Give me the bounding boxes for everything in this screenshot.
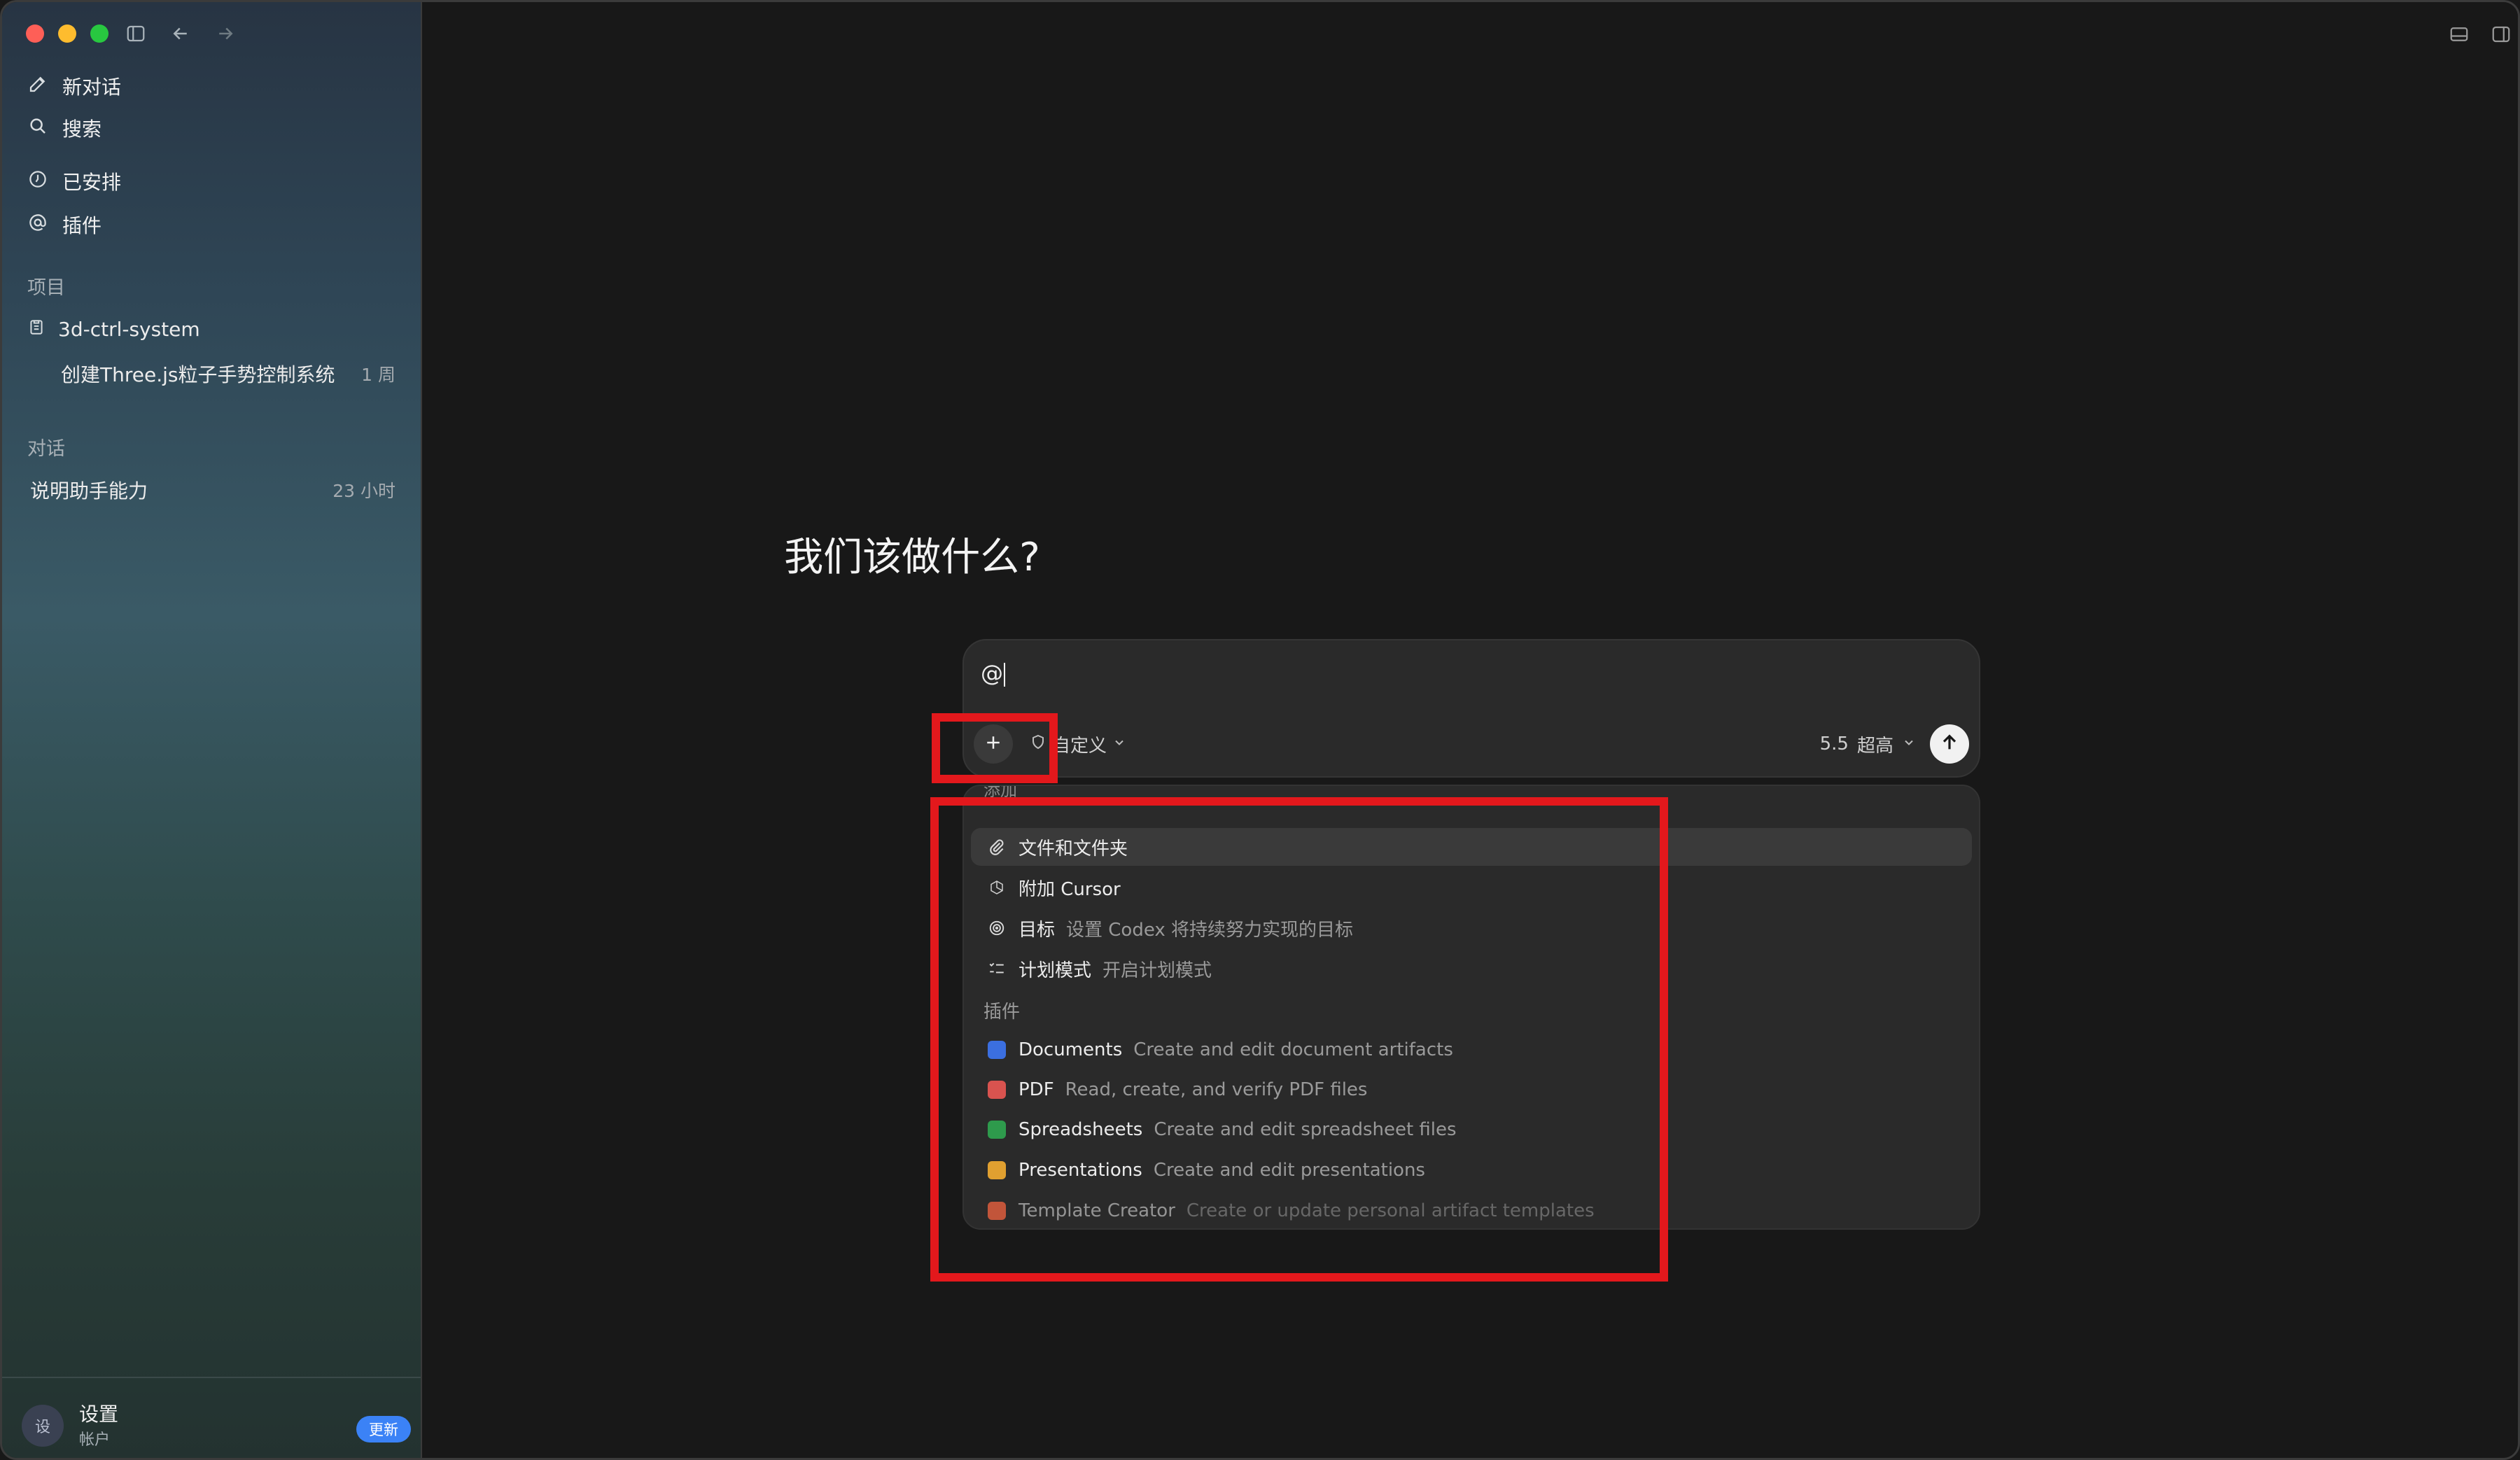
prompt-input-value: @ (981, 660, 1003, 687)
sidebar-item-search[interactable]: 搜索 (27, 108, 102, 148)
chevron-down-icon (1112, 733, 1126, 754)
at-icon (27, 212, 48, 238)
clock-icon (27, 169, 48, 195)
update-badge[interactable]: 更新 (356, 1416, 411, 1443)
thread-title: 创建Three.js粒子手势控制系统 (61, 363, 335, 386)
sidebar-item-label: 已安排 (62, 171, 122, 194)
project-thread-item[interactable]: 创建Three.js粒子手势控制系统 1 周 (27, 355, 396, 393)
send-button[interactable] (1930, 724, 1969, 764)
avatar: 设 (22, 1405, 64, 1447)
search-icon (27, 115, 48, 141)
highlight-box-menu (930, 797, 1668, 1282)
sidebar-item-new-chat[interactable]: 新对话 (27, 66, 121, 106)
conversation-title: 说明助手能力 (30, 479, 148, 503)
arrow-up-icon (1938, 731, 1961, 757)
sidebar-item-label: 插件 (62, 214, 102, 237)
forward-arrow-icon[interactable] (209, 17, 241, 50)
maximize-window-button[interactable] (90, 24, 108, 43)
conversations-section-label: 对话 (27, 438, 65, 460)
clipboard-icon (27, 318, 46, 341)
back-arrow-icon[interactable] (164, 17, 197, 50)
model-dropdown[interactable]: 5.5 超高 (1820, 730, 1916, 758)
highlight-box-add-button (932, 713, 1058, 783)
sidebar-toggle-icon[interactable] (120, 17, 152, 50)
model-version: 5.5 (1819, 733, 1849, 754)
sidebar-item-label: 搜索 (62, 118, 102, 141)
project-item[interactable]: 3d-ctrl-system (27, 310, 396, 348)
model-effort: 超高 (1856, 735, 1893, 757)
account-label: 帐户 (79, 1431, 111, 1449)
page-title: 我们该做什么? (784, 535, 1040, 580)
prompt-input[interactable]: @ (981, 660, 1005, 687)
minimize-window-button[interactable] (58, 24, 76, 43)
sidebar-footer[interactable]: 设 设置 帐户 更新 (2, 1377, 421, 1458)
conversation-item[interactable]: 说明助手能力 23 小时 (30, 471, 396, 509)
terminal-panel-icon[interactable] (2445, 20, 2473, 48)
permission-label: 自定义 (1052, 735, 1107, 757)
thread-time: 1 周 (361, 365, 396, 385)
project-name: 3d-ctrl-system (58, 317, 200, 341)
sidebar-item-plugins[interactable]: 插件 (27, 205, 102, 244)
edit-icon (27, 73, 48, 99)
conversation-time: 23 小时 (332, 481, 396, 501)
right-panel-toggle-icon[interactable] (2487, 20, 2515, 48)
sidebar: 新对话 搜索 已安排 插件 项目 3d-ctrl-system 创建Three.… (2, 2, 422, 1458)
text-caret (1004, 663, 1005, 687)
chevron-down-icon (1902, 733, 1916, 754)
composer[interactable]: @ 自定义 5.5 超高 (962, 639, 1980, 778)
sidebar-item-label: 新对话 (62, 76, 122, 99)
close-window-button[interactable] (26, 24, 44, 43)
projects-section-label: 项目 (27, 277, 65, 299)
sidebar-item-scheduled[interactable]: 已安排 (27, 162, 121, 201)
settings-label: 设置 (79, 1403, 119, 1426)
app-window: 新对话 搜索 已安排 插件 项目 3d-ctrl-system 创建Three.… (0, 0, 2520, 1460)
